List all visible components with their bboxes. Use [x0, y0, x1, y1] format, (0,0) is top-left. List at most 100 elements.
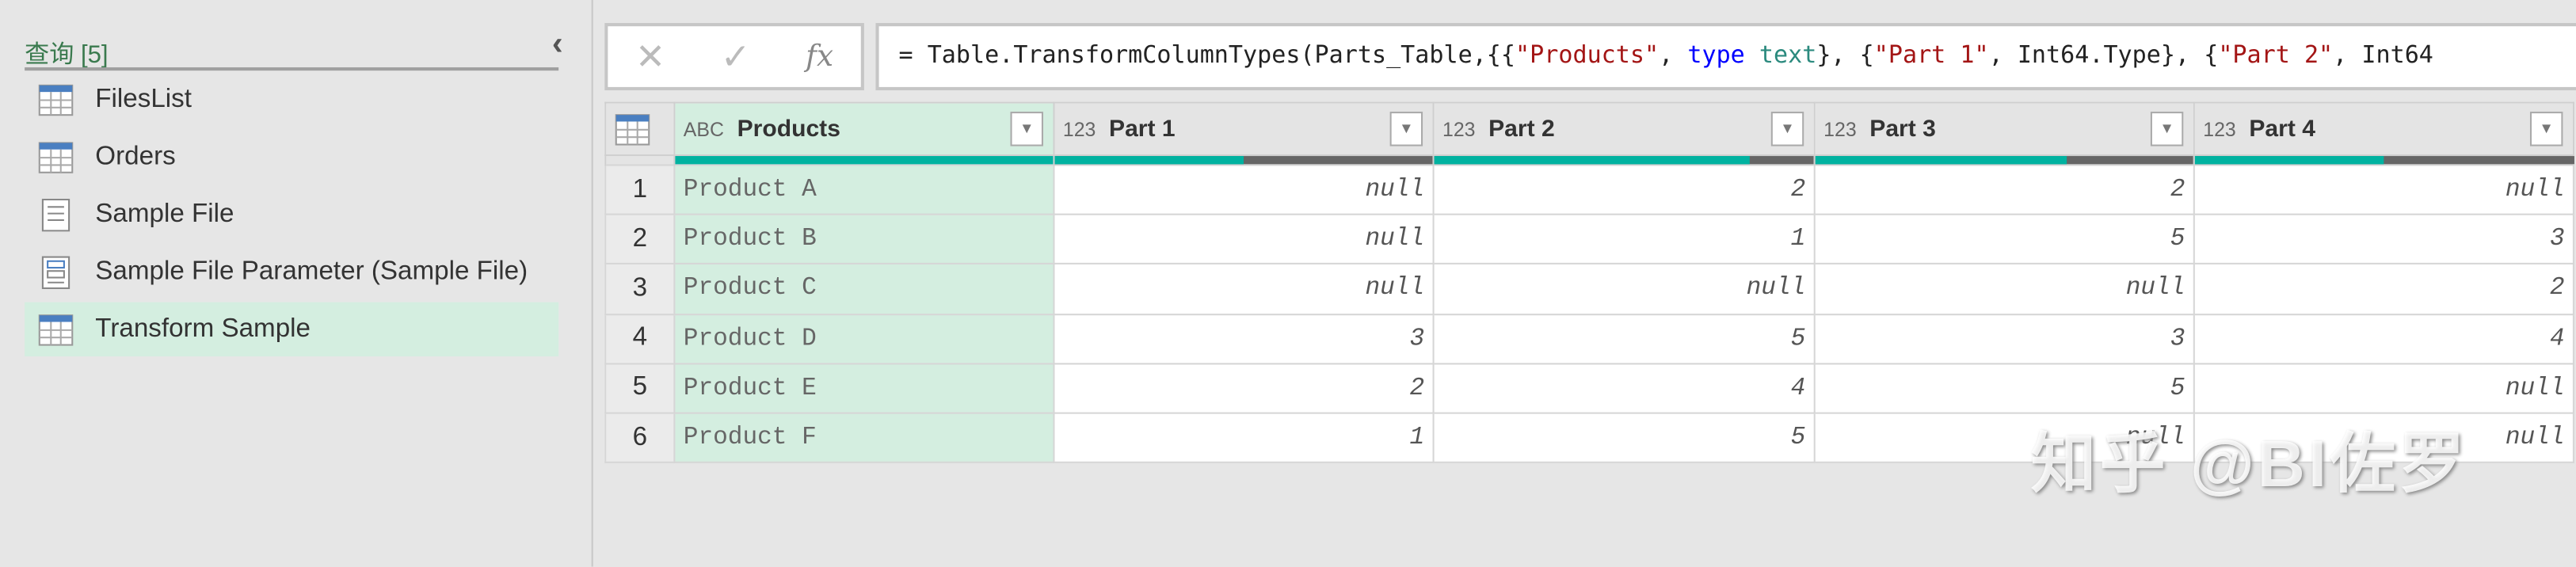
query-label: Sample File — [95, 199, 234, 228]
table-cell[interactable]: null — [1053, 214, 1435, 265]
table-row: 2 Product Bnull 1 5 3 — [604, 214, 2574, 265]
commit-button[interactable]: ✓ — [721, 36, 751, 78]
table-cell[interactable]: 5 — [1813, 362, 2195, 414]
table-cell[interactable]: null — [2193, 362, 2574, 414]
table-icon — [38, 140, 74, 173]
table-cell[interactable]: 2 — [1813, 164, 2195, 216]
power-query-editor: 查询 [5] ‹ FilesList Orders Sample File Sampl… — [0, 0, 2576, 567]
table-cell[interactable]: Product B — [673, 214, 1055, 265]
row-number[interactable]: 3 — [604, 263, 676, 315]
type-icon[interactable]: 123 — [2203, 117, 2236, 140]
table-cell[interactable]: 5 — [1432, 412, 1816, 464]
row-number[interactable]: 5 — [604, 362, 676, 414]
query-item[interactable]: Sample File — [25, 187, 558, 241]
parameter-icon — [38, 255, 74, 288]
table-cell[interactable]: null — [1813, 263, 2195, 315]
table-cell[interactable]: 2 — [2193, 263, 2574, 315]
formula-text: , Int64 — [2333, 42, 2433, 70]
quality-spacer — [604, 154, 675, 166]
column-quality-bar — [1053, 154, 1434, 166]
table-cell[interactable]: null — [2193, 164, 2574, 216]
column-name: Part 2 — [1488, 116, 1555, 143]
filter-dropdown-button[interactable]: ▼ — [2150, 112, 2184, 147]
row-number[interactable]: 6 — [604, 412, 676, 464]
formula-type: text — [1744, 42, 1817, 70]
formula-string: "Part 1" — [1873, 42, 1989, 70]
table-cell[interactable]: 5 — [1813, 214, 2195, 265]
column-header[interactable]: 123 Part 4 ▼ — [2193, 101, 2574, 157]
row-number[interactable]: 2 — [604, 214, 676, 265]
table-cell[interactable]: null — [1053, 164, 1435, 216]
column-header[interactable]: 123 Part 1 ▼ — [1053, 101, 1435, 157]
row-number[interactable]: 1 — [604, 164, 676, 216]
table-cell[interactable]: Product A — [673, 164, 1055, 216]
table-icon — [38, 83, 74, 116]
table-cell[interactable]: 2 — [1053, 362, 1435, 414]
filter-dropdown-button[interactable]: ▼ — [1389, 112, 1423, 147]
column-quality-bar — [1432, 154, 1815, 166]
column-name: Part 4 — [2249, 116, 2315, 143]
table-cell[interactable]: Product C — [673, 263, 1055, 315]
column-name: Part 1 — [1109, 116, 1176, 143]
column-quality-bar — [2193, 154, 2574, 166]
table-cell[interactable]: 1 — [1053, 412, 1435, 464]
watermark: 知乎 @BI佐罗 — [2030, 428, 2468, 501]
type-icon[interactable]: 123 — [1823, 117, 1857, 140]
table-cell[interactable]: Product D — [673, 313, 1055, 364]
divider — [25, 67, 559, 71]
formula-text: , Int64.Type}, { — [1988, 42, 2219, 70]
query-label: Sample File Parameter (Sample File) — [95, 257, 528, 285]
table-row: 4 Product D3534 — [604, 313, 2574, 364]
formula-string: "Products" — [1515, 42, 1660, 70]
table-cell[interactable]: 4 — [2193, 313, 2574, 364]
query-item[interactable]: FilesList — [25, 72, 558, 126]
table-cell[interactable]: null — [1432, 263, 1816, 315]
table-cell[interactable]: 3 — [2193, 214, 2574, 265]
formula-input[interactable]: = Table.TransformColumnTypes(Parts_Table… — [875, 23, 2576, 91]
query-label: Orders — [95, 142, 176, 170]
formula-string: "Part 2" — [2218, 42, 2334, 70]
query-item[interactable]: Sample File Parameter (Sample File) — [25, 245, 558, 299]
column-header[interactable]: 123 Part 2 ▼ — [1432, 101, 1816, 157]
filter-dropdown-button[interactable]: ▼ — [1010, 112, 1043, 147]
query-label: FilesList — [95, 84, 192, 113]
type-icon[interactable]: 123 — [1063, 117, 1096, 140]
query-item[interactable]: Orders — [25, 130, 558, 184]
table-cell[interactable]: 3 — [1053, 313, 1435, 364]
table-cell[interactable]: 4 — [1432, 362, 1816, 414]
table-cell[interactable]: 3 — [1813, 313, 2195, 364]
cancel-button[interactable]: ✕ — [635, 36, 665, 78]
row-number[interactable]: 4 — [604, 313, 676, 364]
table-row: 5 Product E 2 4 5 null — [604, 362, 2574, 414]
formula-buttons: ✕ ✓ fx — [604, 23, 864, 91]
collapse-chevron-icon[interactable]: ‹ — [552, 26, 563, 64]
table-cell[interactable]: Product E — [673, 362, 1055, 414]
formula-text: }, { — [1816, 42, 1874, 70]
filter-dropdown-button[interactable]: ▼ — [1770, 112, 1804, 147]
column-quality-bar — [673, 154, 1054, 166]
column-header[interactable]: ABC Products ▼ — [673, 101, 1055, 157]
table-menu-button[interactable] — [604, 101, 676, 157]
query-label: Transform Sample — [95, 314, 311, 343]
column-name: Part 3 — [1869, 116, 1936, 143]
type-icon[interactable]: 123 — [1442, 117, 1476, 140]
query-item[interactable]: Transform Sample — [25, 302, 559, 357]
data-grid: ABC Products ▼ 123 Part 1 ▼ 123 Part 2 ▼ 123 Part … — [604, 101, 2574, 464]
fx-button[interactable]: fx — [806, 40, 833, 74]
filter-dropdown-button[interactable]: ▼ — [2529, 112, 2563, 147]
queries-pane: 查询 [5] ‹ FilesList Orders Sample File Sampl… — [0, 0, 593, 567]
formula-keyword: type — [1687, 42, 1745, 70]
table-cell[interactable]: null — [1053, 263, 1435, 315]
type-icon[interactable]: ABC — [684, 117, 724, 140]
column-header[interactable]: 123 Part 3 ▼ — [1813, 101, 2195, 157]
table-cell[interactable]: Product F — [673, 412, 1055, 464]
document-icon — [38, 197, 74, 231]
table-cell[interactable]: 1 — [1432, 214, 1816, 265]
column-name: Products — [737, 116, 840, 143]
table-row: 3 Product Cnull null null 2 — [604, 263, 2574, 315]
table-icon — [38, 313, 74, 345]
table-cell[interactable]: 5 — [1432, 313, 1816, 364]
column-quality-bar — [1813, 154, 2194, 166]
table-cell[interactable]: 2 — [1432, 164, 1816, 216]
queries-title: 查询 [5] — [25, 40, 109, 70]
